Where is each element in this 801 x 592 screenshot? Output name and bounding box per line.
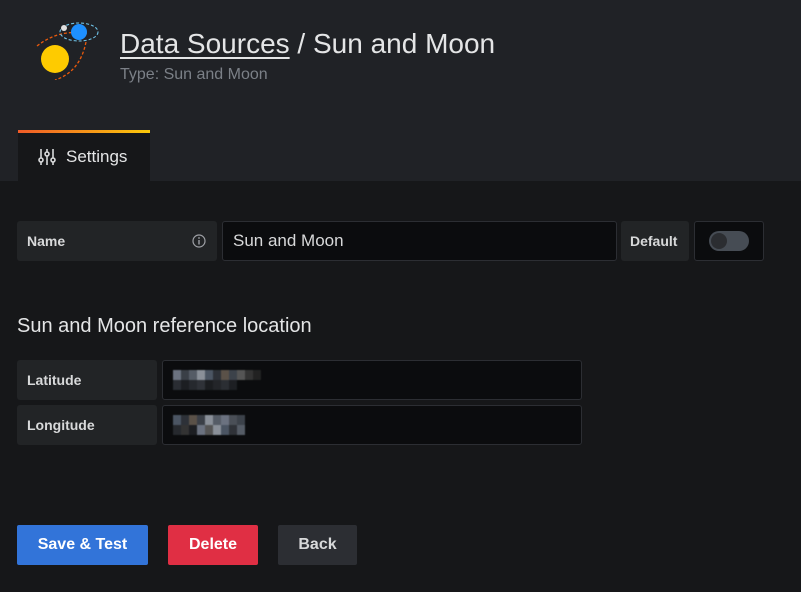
sun-and-moon-logo	[36, 22, 99, 80]
longitude-label: Longitude	[17, 405, 157, 445]
tab-settings-label: Settings	[66, 147, 128, 166]
page-title: Data Sources / Sun and Moon	[120, 28, 495, 60]
section-title: Sun and Moon reference location	[17, 315, 312, 337]
redacted-value	[173, 415, 245, 435]
datasource-type: Type: Sun and Moon	[120, 66, 268, 83]
name-input[interactable]: Sun and Moon	[222, 221, 617, 261]
name-label: Name	[17, 221, 217, 261]
redacted-value	[173, 370, 261, 390]
longitude-input[interactable]	[162, 405, 582, 445]
tab-settings[interactable]: Settings	[18, 130, 150, 181]
datasource-title: Sun and Moon	[312, 28, 496, 59]
back-button[interactable]: Back	[278, 525, 357, 565]
sliders-icon	[38, 149, 56, 165]
info-circle-icon[interactable]	[192, 234, 206, 248]
default-toggle[interactable]	[709, 231, 749, 251]
default-label: Default	[621, 221, 689, 261]
latitude-label: Latitude	[17, 360, 157, 400]
page-header: Data Sources / Sun and Moon Type: Sun an…	[0, 0, 801, 181]
save-test-button[interactable]: Save & Test	[17, 525, 148, 565]
default-toggle-container	[694, 221, 764, 261]
delete-button[interactable]: Delete	[168, 525, 258, 565]
breadcrumb-data-sources-link[interactable]: Data Sources	[120, 28, 290, 59]
breadcrumb-separator: /	[289, 28, 313, 59]
name-label-text: Name	[27, 233, 66, 249]
latitude-input[interactable]	[162, 360, 582, 400]
